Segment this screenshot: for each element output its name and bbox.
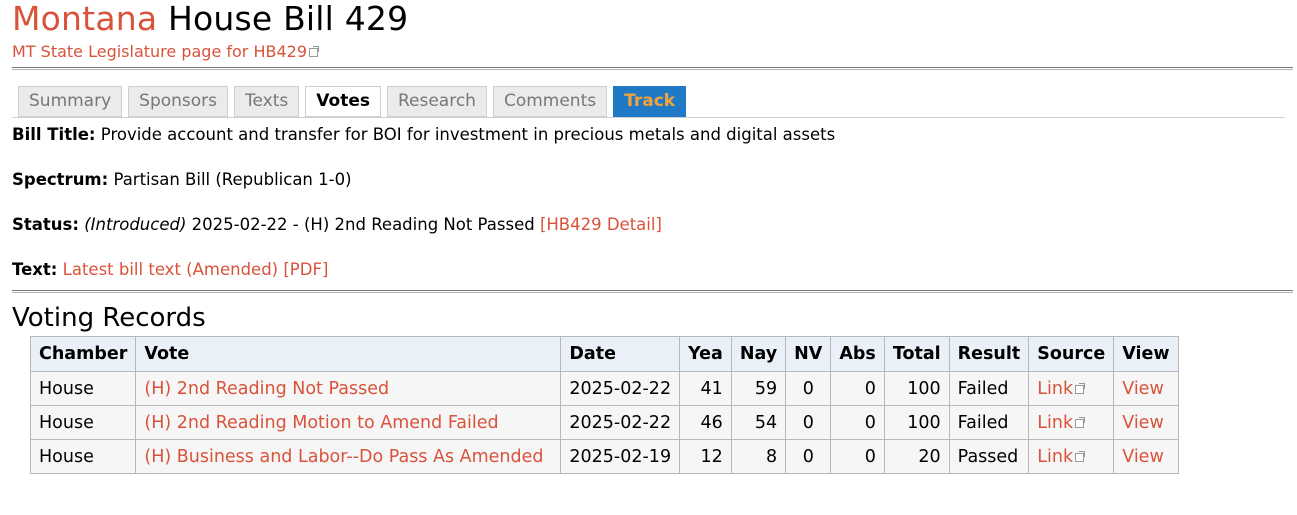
external-link-icon: [1075, 382, 1086, 394]
nv-cell: 0: [785, 439, 832, 474]
bill-name: House Bill 429: [167, 0, 409, 38]
tab-comments[interactable]: Comments: [492, 86, 608, 117]
status-stage: (Introduced): [84, 215, 187, 234]
spectrum-value: Partisan Bill (Republican 1-0): [113, 170, 352, 189]
table-row: House (H) 2nd Reading Not Passed 2025-02…: [29, 371, 1179, 406]
bill-page: Montana House Bill 429 MT State Legislat…: [0, 0, 1297, 474]
table-row: House (H) 2nd Reading Motion to Amend Fa…: [29, 405, 1179, 440]
column-header: Source: [1028, 336, 1115, 372]
column-header: Result: [948, 336, 1030, 372]
source-label: Link: [1037, 412, 1074, 433]
column-header: NV: [785, 336, 832, 372]
voting-records-heading: Voting Records: [12, 303, 206, 333]
tab-research[interactable]: Research: [386, 86, 487, 117]
vote-link[interactable]: (H) Business and Labor--Do Pass As Amend…: [144, 447, 543, 467]
abs-cell: 0: [830, 371, 885, 406]
abs-cell: 0: [830, 405, 885, 440]
bill-title-label: Bill Title:: [12, 125, 96, 144]
column-header: Chamber: [29, 336, 137, 372]
source-link[interactable]: Link: [1037, 412, 1086, 433]
external-link-icon: [1075, 416, 1086, 428]
tab-votes[interactable]: Votes: [305, 86, 381, 117]
divider: [12, 67, 1293, 70]
state-name[interactable]: Montana: [12, 0, 157, 38]
column-header: Nay: [730, 336, 787, 372]
view-link[interactable]: View: [1122, 379, 1164, 399]
abs-cell: 0: [830, 439, 885, 474]
result-cell: Failed: [948, 371, 1030, 406]
bill-title-field: Bill Title: Provide account and transfer…: [12, 125, 1285, 145]
legislature-page-label: MT State Legislature page for HB429: [12, 42, 308, 61]
source-link[interactable]: Link: [1037, 446, 1086, 467]
bill-title-value: Provide account and transfer for BOI for…: [100, 125, 836, 144]
yea-cell: 41: [679, 371, 732, 406]
text-label: Text:: [12, 260, 58, 279]
source-link[interactable]: Link: [1037, 378, 1086, 399]
tab-summary[interactable]: Summary: [18, 86, 123, 117]
latest-bill-text-link[interactable]: Latest bill text (Amended): [63, 260, 278, 279]
date-cell: 2025-02-19: [560, 439, 681, 474]
pdf-link[interactable]: [PDF]: [283, 260, 328, 279]
chamber-cell: House: [29, 439, 137, 474]
source-label: Link: [1037, 446, 1074, 467]
chamber-cell: House: [29, 405, 137, 440]
external-link-icon: [309, 46, 320, 57]
tab-sponsors[interactable]: Sponsors: [128, 86, 229, 117]
yea-cell: 12: [679, 439, 732, 474]
view-link[interactable]: View: [1122, 413, 1164, 433]
nay-cell: 54: [730, 405, 787, 440]
nv-cell: 0: [785, 371, 832, 406]
bill-detail-link[interactable]: [HB429 Detail]: [540, 215, 662, 234]
status-field: Status: (Introduced) 2025-02-22 - (H) 2n…: [12, 215, 1285, 235]
column-header: Yea: [679, 336, 732, 372]
legislature-page-link[interactable]: MT State Legislature page for HB429: [12, 42, 320, 61]
column-header: Date: [560, 336, 681, 372]
column-header: Total: [883, 336, 950, 372]
total-cell: 20: [883, 439, 950, 474]
table-header-row: Chamber Vote Date Yea Nay NV Abs Total R…: [29, 336, 1179, 372]
view-link[interactable]: View: [1122, 447, 1164, 467]
text-field: Text: Latest bill text (Amended) [PDF]: [12, 260, 1285, 280]
date-cell: 2025-02-22: [560, 405, 681, 440]
source-label: Link: [1037, 378, 1074, 399]
tab-bar: Summary Sponsors Texts Votes Research Co…: [12, 86, 1285, 118]
spectrum-label: Spectrum:: [12, 170, 109, 189]
nv-cell: 0: [785, 405, 832, 440]
yea-cell: 46: [679, 405, 732, 440]
column-header: View: [1113, 336, 1179, 372]
page-title: Montana House Bill 429: [12, 0, 1285, 38]
vote-link[interactable]: (H) 2nd Reading Not Passed: [144, 379, 389, 399]
date-cell: 2025-02-22: [560, 371, 681, 406]
result-cell: Failed: [948, 405, 1030, 440]
column-header: Vote: [135, 336, 562, 372]
track-button[interactable]: Track: [613, 86, 687, 117]
status-value: 2025-02-22 - (H) 2nd Reading Not Passed: [191, 215, 535, 234]
result-cell: Passed: [948, 439, 1030, 474]
status-label: Status:: [12, 215, 79, 234]
column-header: Abs: [830, 336, 885, 372]
spectrum-field: Spectrum: Partisan Bill (Republican 1-0): [12, 170, 1285, 190]
total-cell: 100: [883, 405, 950, 440]
nay-cell: 59: [730, 371, 787, 406]
chamber-cell: House: [29, 371, 137, 406]
table-row: House (H) Business and Labor--Do Pass As…: [29, 439, 1179, 474]
divider: [12, 290, 1293, 293]
nay-cell: 8: [730, 439, 787, 474]
vote-link[interactable]: (H) 2nd Reading Motion to Amend Failed: [144, 413, 498, 433]
total-cell: 100: [883, 371, 950, 406]
voting-records-table: Chamber Vote Date Yea Nay NV Abs Total R…: [29, 336, 1179, 474]
tab-texts[interactable]: Texts: [234, 86, 300, 117]
external-link-icon: [1075, 450, 1086, 462]
